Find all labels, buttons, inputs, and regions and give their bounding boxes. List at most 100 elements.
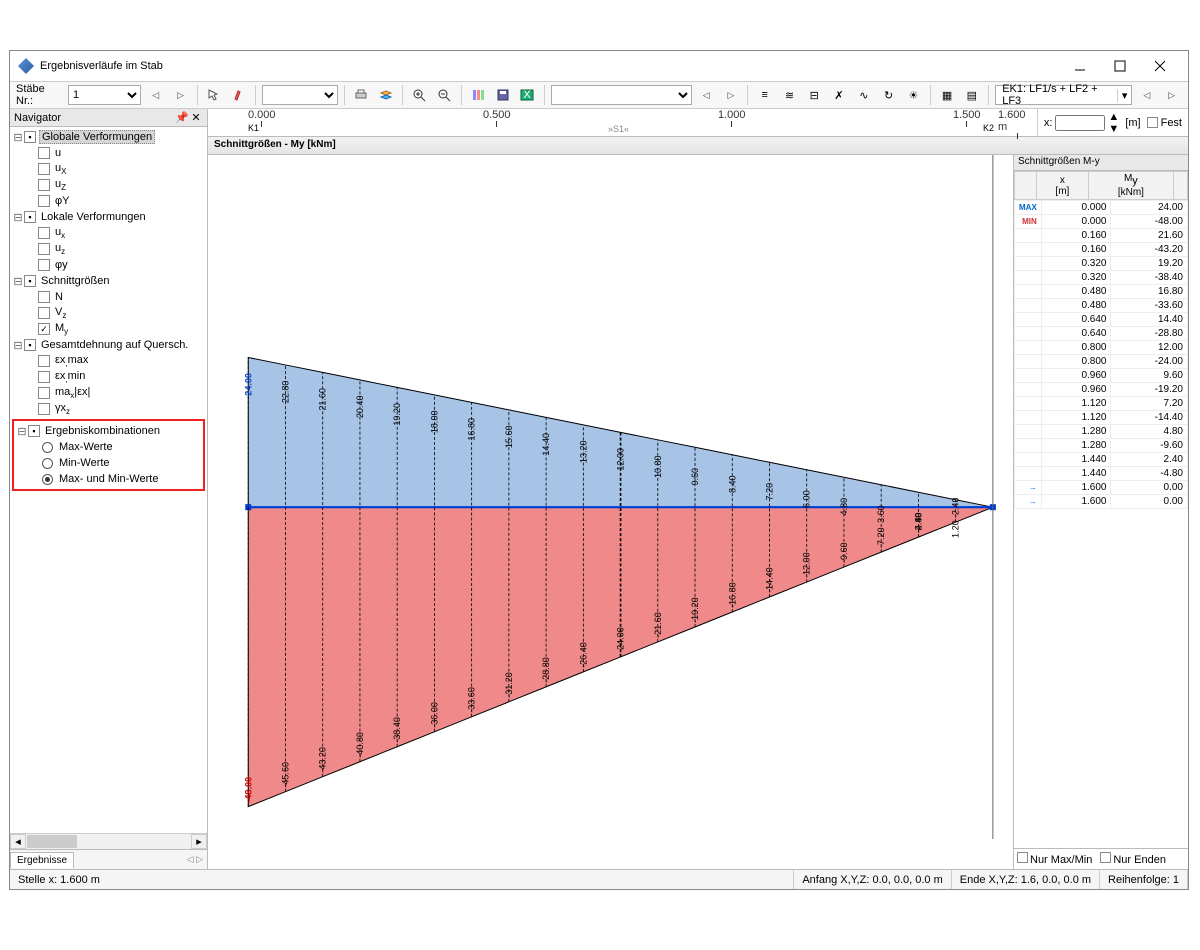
save-icon[interactable] [492,84,513,106]
print-icon[interactable] [351,84,372,106]
table-row[interactable]: 0.80012.00 [1015,341,1188,355]
table-row[interactable]: 0.800-24.00 [1015,355,1188,369]
tree-item[interactable]: u [10,145,207,161]
table-row[interactable]: 0.480-33.60 [1015,299,1188,313]
svg-text:2.40: 2.40 [913,513,923,531]
empty-dropdown[interactable] [262,85,337,105]
pin-icon[interactable]: 📌 [175,111,189,124]
svg-text:-2.40: -2.40 [951,498,961,519]
scroll-left-icon[interactable]: ◂ [10,834,26,849]
next-lc-button[interactable]: ▷ [1161,84,1182,106]
svg-text:-14.40: -14.40 [765,567,775,593]
svg-text:-43.20: -43.20 [318,747,328,773]
tree-group-ek[interactable]: ⊟▪Ergebniskombinationen [14,423,203,439]
tree-item[interactable]: uz [10,241,207,257]
table-row[interactable]: MIN0.000-48.00 [1015,215,1188,229]
tool-sun-icon[interactable]: ☀ [903,84,924,106]
scroll-right-icon[interactable]: ▸ [191,834,207,849]
spinner-icon[interactable]: ▲▼ [1108,111,1119,135]
prev-lc-button[interactable]: ◁ [1136,84,1157,106]
fest-checkbox[interactable] [1147,117,1158,128]
zoom-out-icon[interactable] [434,84,455,106]
tool-a-icon[interactable]: ≡ [754,84,775,106]
tool-refresh-icon[interactable]: ↻ [878,84,899,106]
ek-option[interactable]: Min-Werte [14,455,203,471]
tree-group[interactable]: ⊟▪Lokale Verformungen [10,209,207,225]
ruler-tick: 0.500 [483,109,511,127]
tab-scroll-icons[interactable]: ◁ ▷ [183,854,207,865]
tree-group[interactable]: ⊟▪Schnittgrößen [10,273,207,289]
settings-icon[interactable] [468,84,489,106]
svg-text:4.80: 4.80 [839,498,849,516]
table-row[interactable]: 0.48016.80 [1015,285,1188,299]
table-row[interactable]: 1.1207.20 [1015,397,1188,411]
zoom-in-icon[interactable] [409,84,430,106]
table-row[interactable]: 0.9609.60 [1015,369,1188,383]
table-row[interactable]: 1.280-9.60 [1015,439,1188,453]
tree-item[interactable]: γxz [10,401,207,417]
close-button[interactable] [1140,52,1180,80]
app-window: Ergebnisverläufe im Stab Stäbe Nr.: 1 ◁ … [9,50,1189,890]
tool-c-icon[interactable]: ⊟ [804,84,825,106]
filter-dropdown[interactable] [551,85,692,105]
tree-item[interactable]: uX [10,161,207,177]
table-row[interactable]: 0.32019.20 [1015,257,1188,271]
tree-group[interactable]: ⊟▪Globale Verformungen [10,129,207,145]
maximize-button[interactable] [1100,52,1140,80]
chevron-down-icon[interactable]: ▾ [1117,89,1132,102]
tree-item[interactable]: φy [10,257,207,273]
member-select[interactable]: 1 [68,85,141,105]
nur-maxmin-checkbox[interactable] [1017,852,1028,863]
tree-item[interactable]: ✓My [10,321,207,337]
panel-close-icon[interactable]: ✕ [189,111,203,124]
tree-item[interactable]: φY [10,193,207,209]
layers-icon[interactable] [375,84,396,106]
table-row[interactable]: 0.960-19.20 [1015,383,1188,397]
table-row[interactable]: 0.320-38.40 [1015,271,1188,285]
h-scrollbar[interactable]: ◂ ▸ [10,833,207,849]
minimize-button[interactable] [1060,52,1100,80]
prev-member-button[interactable]: ◁ [145,84,166,106]
ek-option[interactable]: Max-Werte [14,439,203,455]
tree-item[interactable]: Vz [10,305,207,321]
calc-b-icon[interactable]: ▤ [961,84,982,106]
table-row[interactable]: MAX0.00024.00 [1015,201,1188,215]
loadcase-selector[interactable]: EK1: LF1/s + LF2 + LF3 ▾ [995,85,1132,105]
table-row[interactable]: 0.16021.60 [1015,229,1188,243]
table-row[interactable]: 1.440-4.80 [1015,467,1188,481]
table-row[interactable]: 0.160-43.20 [1015,243,1188,257]
calc-a-icon[interactable]: ▦ [937,84,958,106]
table-row[interactable]: →1.6000.00 [1015,481,1188,495]
next-member-button[interactable]: ▷ [170,84,191,106]
pointer-icon[interactable] [204,84,225,106]
tab-results[interactable]: Ergebnisse [10,852,74,868]
tree-item[interactable]: max|εx| [10,385,207,401]
table-row[interactable]: 0.64014.40 [1015,313,1188,327]
prev-arrow-button[interactable]: ◁ [696,84,717,106]
tree-group[interactable]: ⊟▪Gesamtdehnung auf Quersch. [10,337,207,353]
svg-text:15.60: 15.60 [504,425,514,448]
tool-d-icon[interactable]: ✗ [829,84,850,106]
tree-item[interactable]: ux [10,225,207,241]
table-row[interactable]: 1.4402.40 [1015,453,1188,467]
results-table-panel: Schnittgrößen M-y x[m] My[kNm] MAX0.0002… [1013,155,1188,869]
table-row[interactable]: 0.640-28.80 [1015,327,1188,341]
table-row[interactable]: →1.6000.00 [1015,495,1188,509]
scroll-thumb[interactable] [27,835,77,848]
pick-icon[interactable] [229,84,250,106]
table-row[interactable]: 1.2804.80 [1015,425,1188,439]
results-table-body[interactable]: MAX0.00024.00MIN0.000-48.000.16021.600.1… [1014,200,1188,848]
table-row[interactable]: 1.120-14.40 [1015,411,1188,425]
nur-enden-checkbox[interactable] [1100,852,1111,863]
svg-text:-45.60: -45.60 [281,762,291,788]
excel-icon[interactable]: X [517,84,538,106]
tree-item[interactable]: uZ [10,177,207,193]
x-input[interactable] [1055,115,1105,131]
tree-item[interactable]: εx,min [10,369,207,385]
tool-b-icon[interactable]: ≋ [779,84,800,106]
ek-option[interactable]: Max- und Min-Werte [14,471,203,487]
tree-item[interactable]: εx,max [10,353,207,369]
next-arrow-button[interactable]: ▷ [721,84,742,106]
tool-curve-icon[interactable]: ∿ [853,84,874,106]
tree-item[interactable]: N [10,289,207,305]
